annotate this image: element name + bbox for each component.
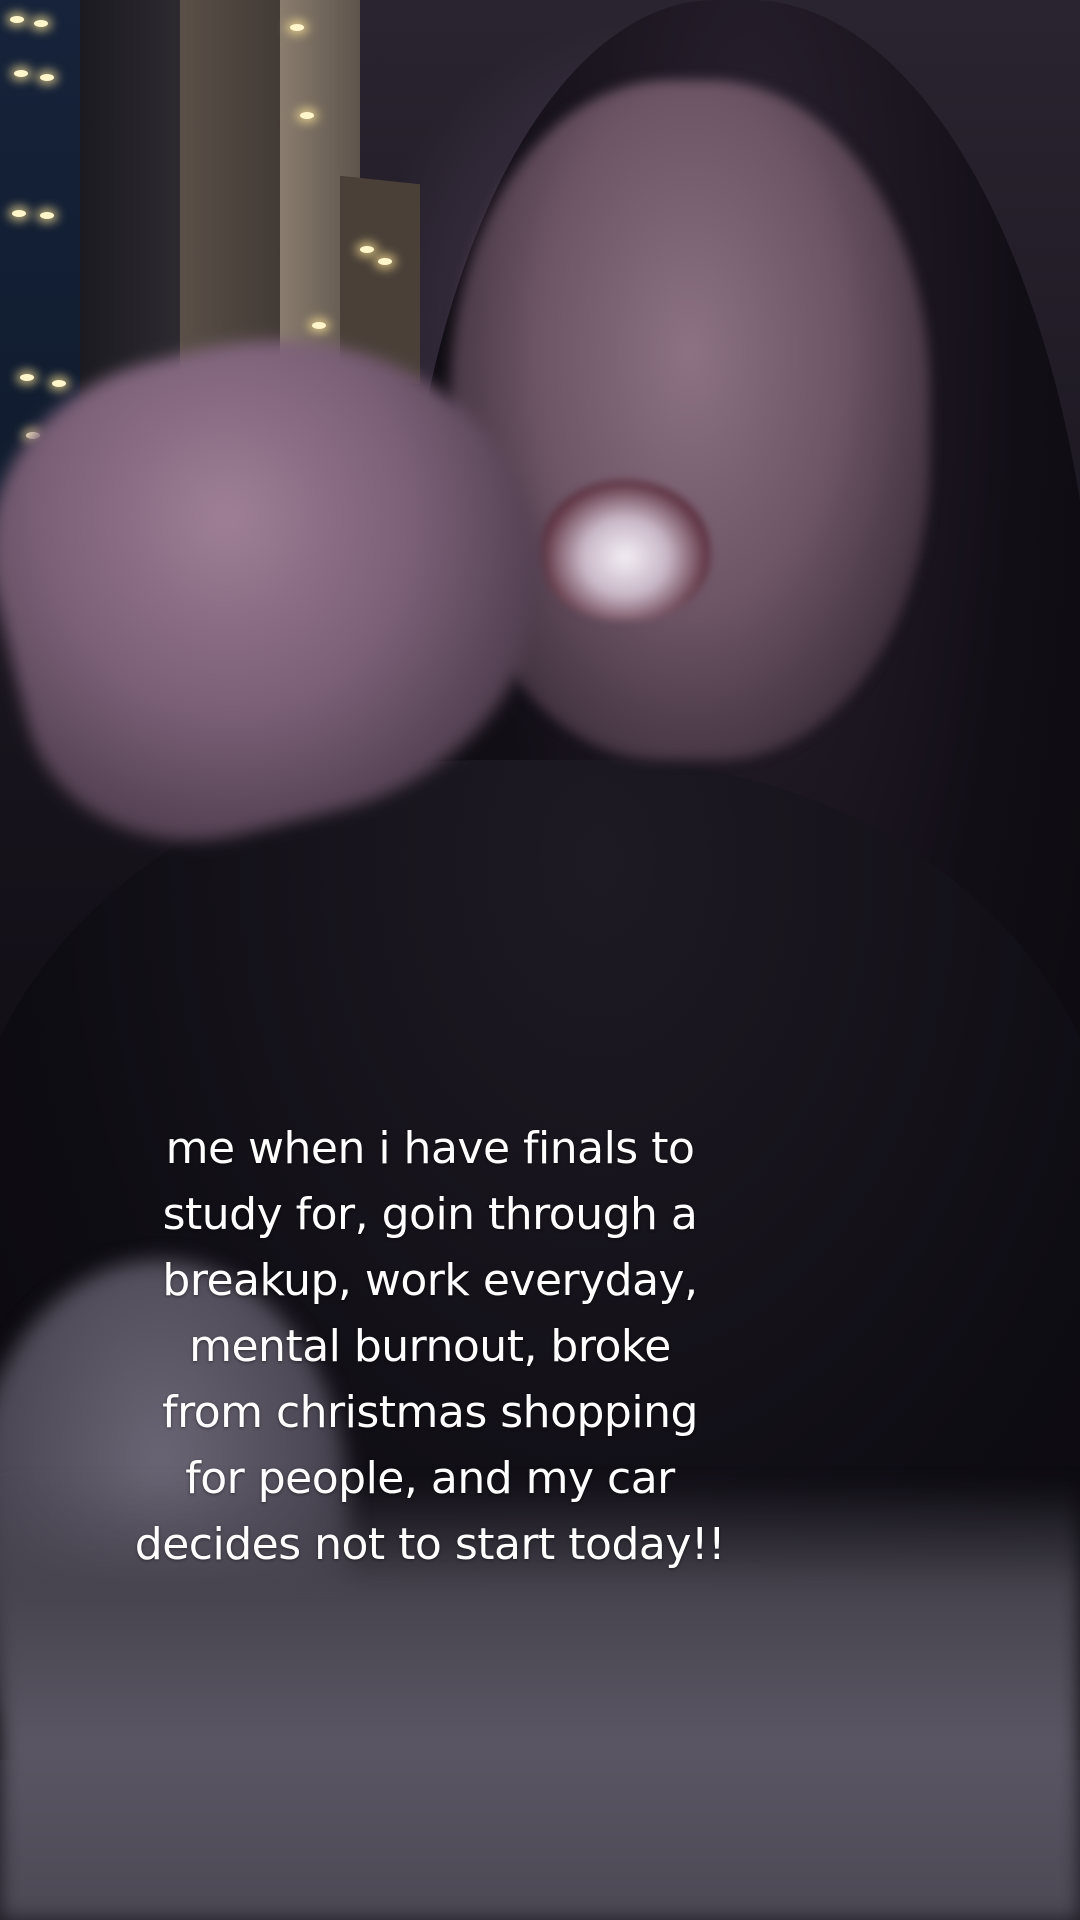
caption-line: me when i have finals to <box>165 1123 695 1174</box>
string-light <box>378 258 392 265</box>
caption-line: breakup, work everyday, <box>162 1255 698 1306</box>
caption-text: me when i have finals to study for, goin… <box>60 1116 800 1578</box>
caption-line: mental burnout, broke <box>189 1321 671 1372</box>
window-frame <box>80 0 180 420</box>
person-mouth <box>540 480 710 620</box>
string-light <box>312 322 326 329</box>
string-light <box>290 24 304 31</box>
string-light <box>14 70 28 77</box>
caption-line: for people, and my car <box>185 1453 675 1504</box>
string-light <box>52 380 66 387</box>
string-light <box>34 20 48 27</box>
string-light <box>20 374 34 381</box>
caption-line: decides not to start today!! <box>134 1519 726 1570</box>
string-light <box>360 246 374 253</box>
string-light <box>300 112 314 119</box>
caption-line: study for, goin through a <box>162 1189 698 1240</box>
string-light <box>40 212 54 219</box>
caption-line: from christmas shopping <box>162 1387 698 1438</box>
video-frame: me when i have finals to study for, goin… <box>0 0 1080 1920</box>
string-light <box>10 16 24 23</box>
string-light <box>12 210 26 217</box>
string-light <box>40 74 54 81</box>
